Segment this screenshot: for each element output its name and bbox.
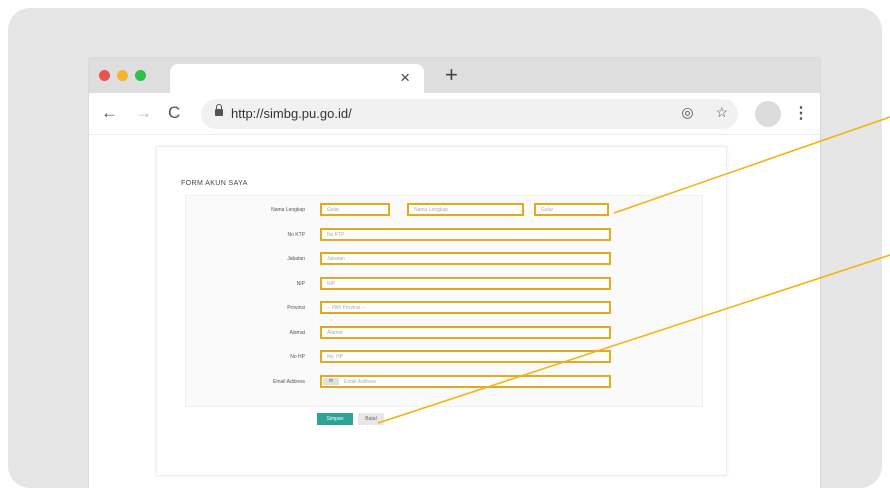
callout-line-save-button: [377, 254, 890, 424]
callout-lines: [377, 116, 890, 424]
callout-line-name-fields: [613, 116, 890, 214]
